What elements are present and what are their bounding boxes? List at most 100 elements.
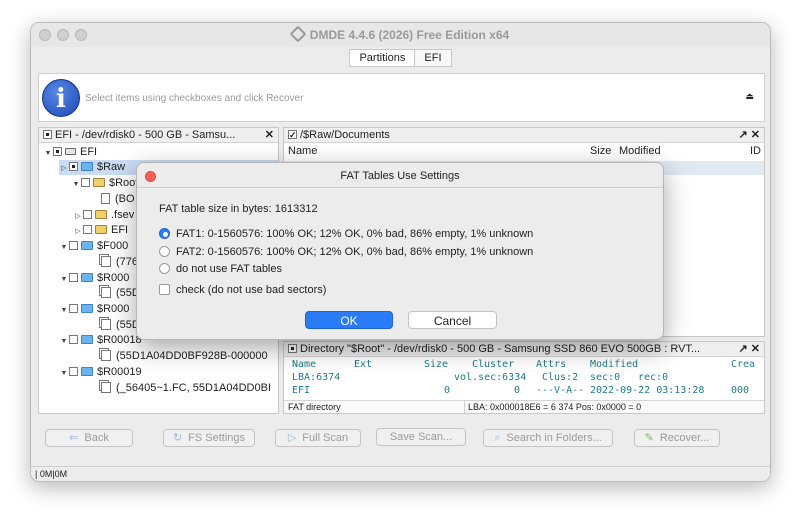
files-icon	[101, 256, 111, 267]
tree-item[interactable]: ▼ $R000	[59, 271, 130, 287]
status-bar: | 0M|0M	[31, 466, 770, 481]
column-name[interactable]: Name	[288, 145, 317, 157]
fat-settings-dialog: FAT Tables Use Settings FAT table size i…	[136, 162, 664, 340]
no-fat-radio[interactable]: do not use FAT tables	[159, 263, 282, 275]
folder-icon	[81, 304, 93, 313]
fat2-radio[interactable]: FAT2: 0-1560576: 100% OK; 12% OK, 0% bad…	[159, 246, 533, 258]
column-id[interactable]: ID	[750, 145, 761, 157]
title-bar: DMDE 4.4.6 (2026) Free Edition x64	[31, 23, 770, 47]
expand-close-icons[interactable]: ↗ ✕	[735, 342, 760, 356]
tree-checkbox[interactable]	[69, 335, 78, 344]
fs-settings-button[interactable]: ↻ FS Settings	[163, 429, 255, 447]
tree-checkbox[interactable]	[69, 273, 78, 282]
tab-efi[interactable]: EFI	[414, 49, 452, 67]
dir-row-name[interactable]: EFI	[292, 385, 310, 396]
expand-close-icons[interactable]: ↗ ✕	[739, 128, 761, 142]
expand-icon[interactable]: ▼	[71, 177, 81, 192]
close-icon[interactable]: ✕	[265, 128, 274, 142]
back-button-label: Back	[84, 432, 109, 444]
dir-row-modified: 2022-09-22 03:13:28	[590, 385, 705, 396]
tree-checkbox[interactable]	[69, 304, 78, 313]
tree-checkbox[interactable]	[69, 162, 78, 171]
locked-folder-icon	[95, 210, 107, 219]
file-list-header: /$Raw/Documents ↗ ✕	[284, 128, 764, 143]
directory-panel: Directory "$Root" - /dev/rdisk0 - 500 GB…	[283, 341, 765, 414]
tree-checkbox[interactable]	[69, 241, 78, 250]
info-bar: i Select items using checkboxes and clic…	[38, 73, 765, 122]
drive-icon	[65, 148, 76, 155]
radio-selected-icon[interactable]	[159, 228, 170, 239]
tree-item[interactable]: ▼ $Root	[71, 176, 139, 192]
tree-item[interactable]: ▼ $F000	[59, 239, 129, 255]
refresh-icon: ↻	[172, 432, 183, 444]
directory-title: Directory "$Root" - /dev/rdisk0 - 500 GB…	[300, 343, 701, 355]
tree-item-label: .fsev	[111, 209, 135, 221]
folder-icon	[95, 225, 107, 234]
expand-icon[interactable]: ▼	[59, 240, 69, 255]
expand-icon[interactable]: ▼	[59, 366, 69, 381]
expand-icon[interactable]: ▼	[59, 334, 69, 349]
radio-icon[interactable]	[159, 246, 170, 257]
tree-panel-title: EFI - /dev/rdisk0 - 500 GB - Samsu...	[55, 129, 236, 141]
tree-item[interactable]: ▷ EFI	[73, 223, 128, 238]
column-modified[interactable]: Modified	[619, 145, 661, 157]
tree-header-checkbox[interactable]	[43, 130, 52, 139]
dir-row-attrs: ---V-A--	[536, 385, 585, 396]
expand-icon[interactable]: ▼	[59, 272, 69, 287]
dir-row-rec: rec:0	[638, 372, 669, 383]
dir-row-lba[interactable]: LBA:6374	[292, 372, 340, 383]
folder-icon	[81, 241, 93, 250]
checkbox-icon[interactable]	[159, 284, 170, 295]
tree-item-label: (_56405~1.FC, 55D1A04DD0BI	[116, 382, 272, 394]
expand-icon[interactable]: ▼	[59, 303, 69, 318]
expand-icon[interactable]: ▷	[73, 224, 83, 239]
expand-icon[interactable]: ▼	[43, 146, 53, 161]
tree-checkbox[interactable]	[53, 147, 62, 156]
tree-item[interactable]: (_56405~1.FC, 55D1A04DD0BI	[101, 381, 271, 396]
file-list-header-checkbox[interactable]	[288, 128, 297, 142]
radio-icon[interactable]	[159, 263, 170, 274]
fat2-radio-label: FAT2: 0-1560576: 100% OK; 12% OK, 0% bad…	[176, 246, 534, 258]
dir-row-crea: 000	[731, 385, 750, 396]
tree-checkbox[interactable]	[69, 367, 78, 376]
search-folders-button[interactable]: ⌕ Search in Folders...	[483, 429, 613, 447]
tree-item[interactable]: ▼ $R00018	[59, 333, 142, 348]
tree-item[interactable]: ▼ $R00019	[59, 365, 142, 380]
dir-status-left: FAT directory	[288, 402, 341, 412]
tree-item-label: $R000	[97, 272, 130, 284]
tree-checkbox[interactable]	[83, 225, 92, 234]
tree-checkbox[interactable]	[83, 210, 92, 219]
tree-item[interactable]: (776	[101, 255, 138, 270]
tree-item-label: $Root	[109, 177, 139, 189]
eject-icon[interactable]: ⏏	[745, 91, 754, 102]
expand-icon[interactable]: ▷	[59, 161, 69, 176]
search-icon: ⌕	[494, 432, 501, 444]
tree-item[interactable]: ▷ .fsev	[73, 208, 134, 223]
fat1-radio[interactable]: FAT1: 0-1560576: 100% OK; 12% OK, 0% bad…	[159, 228, 533, 240]
search-folders-label: Search in Folders...	[506, 432, 602, 444]
expand-icon[interactable]: ▷	[73, 209, 83, 224]
dir-row-cluster: 0	[514, 385, 521, 396]
check-bad-sectors-checkbox[interactable]: check (do not use bad sectors)	[159, 284, 326, 296]
file-icon	[101, 193, 110, 204]
back-button[interactable]: ⇐ Back	[45, 429, 133, 447]
full-scan-button[interactable]: ▷ Full Scan	[275, 429, 361, 447]
save-scan-button[interactable]: Save Scan...	[376, 428, 466, 446]
tab-partitions[interactable]: Partitions	[349, 49, 416, 67]
recover-button[interactable]: ✎ Recover...	[634, 429, 720, 447]
tree-checkbox[interactable]	[81, 178, 90, 187]
ok-button[interactable]: OK	[305, 311, 393, 329]
tree-item[interactable]: (55D1A04DD0BF928B-000000	[101, 349, 268, 364]
tree-item[interactable]: (55D	[101, 318, 140, 333]
dir-row-size: 0	[444, 385, 451, 396]
cancel-button[interactable]: Cancel	[408, 311, 497, 329]
no-fat-radio-label: do not use FAT tables	[176, 263, 282, 275]
tree-item[interactable]: ▼ $R000	[59, 302, 130, 318]
tree-item[interactable]: (55D	[101, 286, 140, 301]
directory-status-bar: FAT directory LBA: 0x000018E6 = 6 374 Po…	[284, 400, 764, 413]
column-size[interactable]: Size	[590, 145, 611, 157]
directory-header-checkbox[interactable]	[288, 344, 297, 353]
tree-item[interactable]: ▼ EFI	[43, 145, 98, 161]
tree-panel-header: EFI - /dev/rdisk0 - 500 GB - Samsu... ✕	[39, 128, 278, 143]
tree-item[interactable]: (BO	[101, 192, 135, 207]
